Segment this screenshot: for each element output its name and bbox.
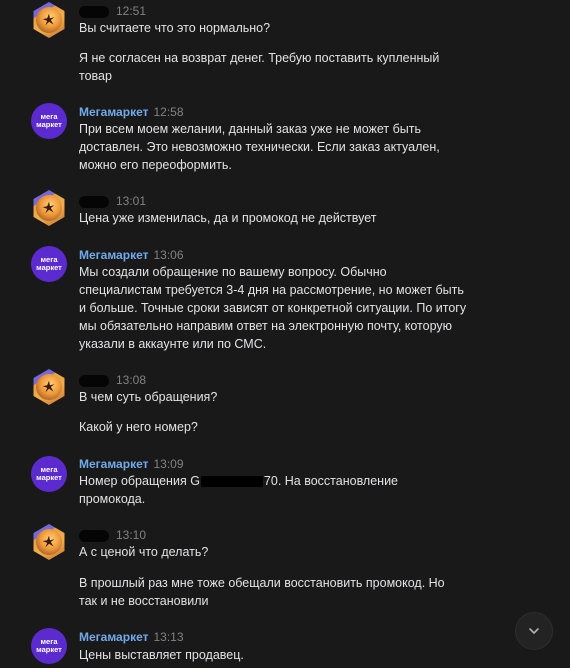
user-avatar-icon[interactable] xyxy=(33,2,65,38)
message-line: Вы считаете что это нормально? xyxy=(79,21,271,35)
message-line: Цены выставляет продавец. xyxy=(79,648,244,662)
brand-avatar-text: маркет xyxy=(36,473,62,482)
message-line: Номер обращения G 70. На восстановление xyxy=(79,472,398,490)
message-text: 70. На восстановление xyxy=(263,474,399,488)
user-avatar-icon[interactable] xyxy=(33,190,65,226)
author-name[interactable]: Мегамаркет xyxy=(79,248,148,262)
author-name[interactable]: Мегамаркет xyxy=(79,457,148,471)
message-time: 13:10 xyxy=(116,528,147,542)
message-line: Цена уже изменилась, да и промокод не де… xyxy=(79,211,377,225)
message-time: 13:01 xyxy=(116,194,147,208)
author-name[interactable] xyxy=(79,374,109,387)
message-time: 13:13 xyxy=(153,630,184,644)
message-line: промокода. xyxy=(79,492,146,506)
user-avatar-icon[interactable] xyxy=(33,369,65,405)
message-line: так и не восстановили xyxy=(79,594,209,608)
brand-avatar-text: маркет xyxy=(36,120,62,129)
brand-avatar-text: маркет xyxy=(36,645,62,654)
brand-avatar-text: маркет xyxy=(36,263,62,272)
author-name[interactable]: Мегамаркет xyxy=(79,630,148,644)
megamarket-logo-icon[interactable]: мега маркет xyxy=(31,246,67,282)
message-line: и больше. Точные сроки зависят от конкре… xyxy=(79,301,467,315)
megamarket-logo-icon[interactable]: мега маркет xyxy=(31,103,67,139)
message-line: можно его переоформить. xyxy=(79,158,232,172)
message-time: 13:09 xyxy=(153,457,184,471)
message-time: 13:06 xyxy=(153,248,184,262)
message-line: При всем моем желании, данный заказ уже … xyxy=(79,122,422,136)
message-line: Какой у него номер? xyxy=(79,420,198,434)
author-name[interactable]: Мегамаркет xyxy=(79,105,148,119)
message-text: Номер обращения G xyxy=(79,474,200,488)
message-line: Мы создали обращение по вашему вопросу. … xyxy=(79,265,387,279)
message-line: доставлен. Это невозможно технически. Ес… xyxy=(79,140,440,154)
message-line: специалистам требуется 3-4 дня на рассмо… xyxy=(79,283,464,297)
user-avatar-icon[interactable] xyxy=(33,524,65,560)
message-line: товар xyxy=(79,69,112,83)
author-name[interactable] xyxy=(79,5,109,18)
message-line: А с ценой что делать? xyxy=(79,545,209,559)
scroll-down-button[interactable] xyxy=(515,612,553,650)
message-time: 12:58 xyxy=(153,105,184,119)
megamarket-logo-icon[interactable]: мега маркет xyxy=(31,628,67,664)
message-line: мы обязательно направим ответ на электро… xyxy=(79,319,453,333)
megamarket-logo-icon[interactable]: мега маркет xyxy=(31,456,67,492)
message-line: указали в аккаунте или по СМС. xyxy=(79,337,267,351)
chat-history: 12:51 Вы считаете что это нормально? Я н… xyxy=(0,0,570,668)
author-name[interactable] xyxy=(79,195,109,208)
chevron-down-icon xyxy=(529,628,539,634)
message-time: 12:51 xyxy=(116,4,147,18)
message-line: В чем суть обращения? xyxy=(79,390,218,404)
message-time: 13:08 xyxy=(116,373,147,387)
message-line: Я не согласен на возврат денег. Требую п… xyxy=(79,51,440,65)
message-line: В прошлый раз мне тоже обещали восстанов… xyxy=(79,576,445,590)
redacted-text xyxy=(200,476,263,488)
author-name[interactable] xyxy=(79,529,109,542)
